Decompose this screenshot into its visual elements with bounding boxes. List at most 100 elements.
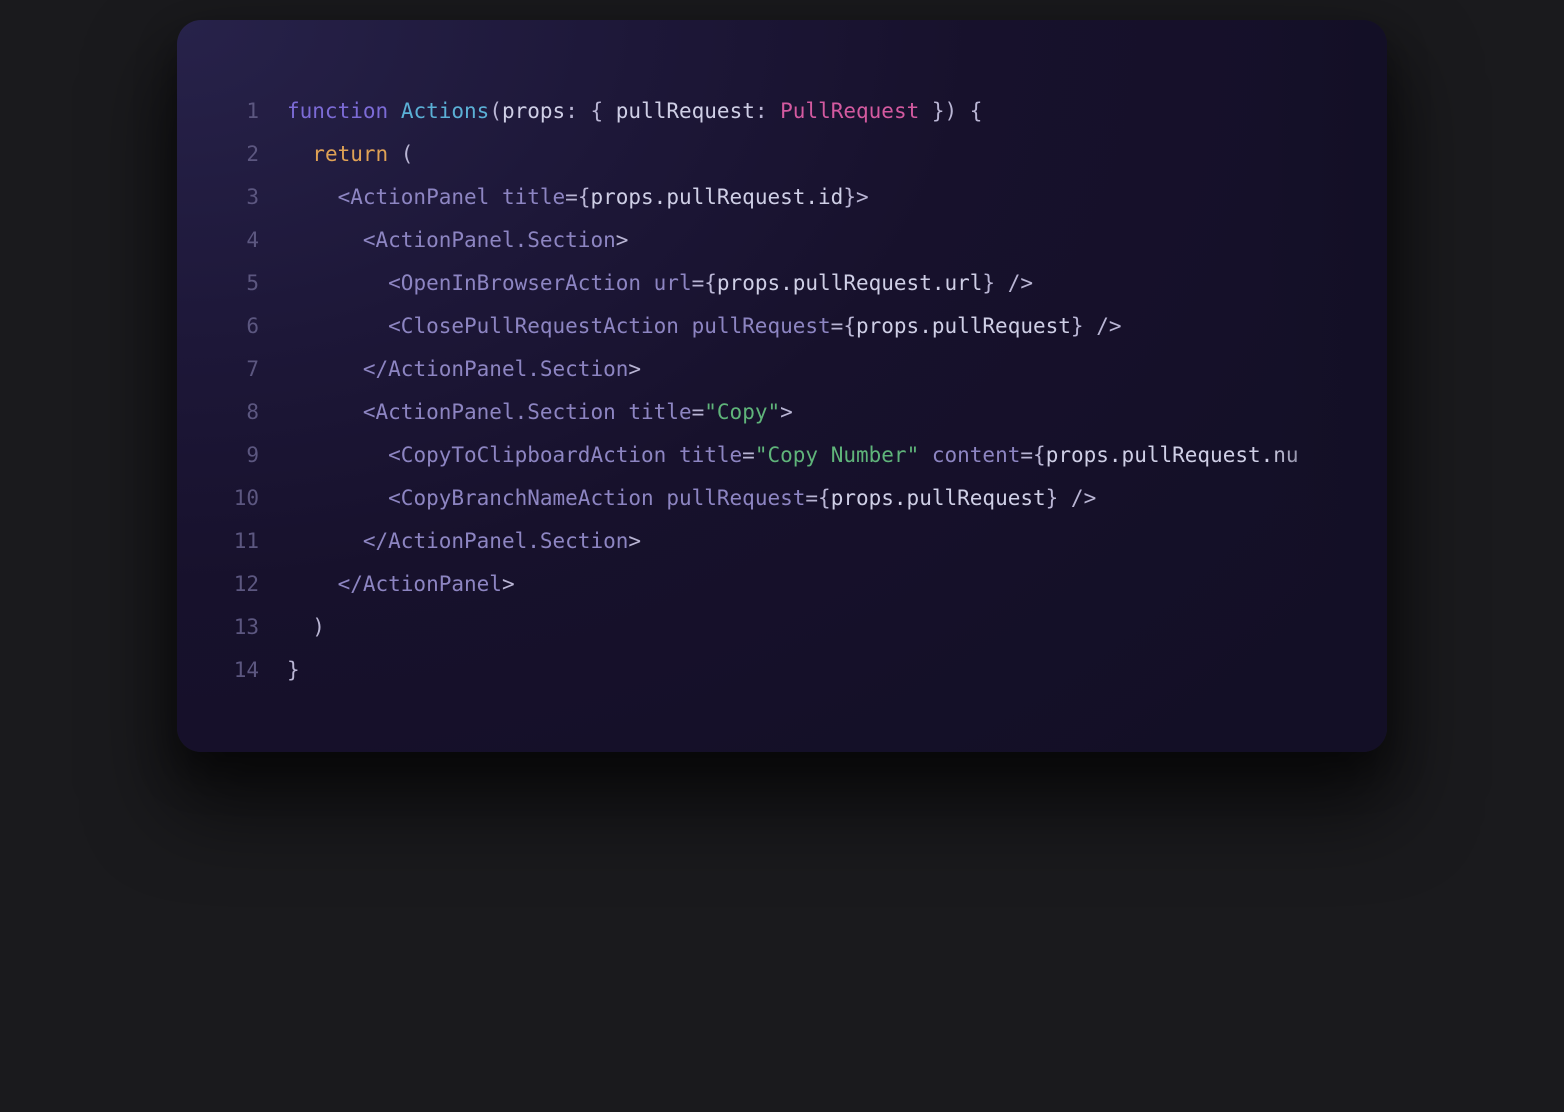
line-number: 3 — [217, 176, 259, 219]
code-token: { — [818, 486, 831, 510]
code-token: = — [1020, 443, 1033, 467]
code-token: pullRequest — [679, 314, 831, 338]
line-number: 14 — [217, 649, 259, 692]
code-token: title — [616, 400, 692, 424]
code-token: PullRequest — [780, 99, 919, 123]
code-token: CopyToClipboardAction — [401, 443, 667, 467]
line-number: 4 — [217, 219, 259, 262]
code-token: </ — [287, 529, 388, 553]
line-number-gutter: 1234567891011121314 — [217, 90, 287, 692]
line-number: 9 — [217, 434, 259, 477]
code-token: pullRequest — [616, 99, 755, 123]
code-token: Actions — [401, 99, 490, 123]
code-token: ActionPanel.Section — [376, 400, 616, 424]
code-token: url — [641, 271, 692, 295]
code-token: Copy Number — [767, 443, 906, 467]
code-token: < — [287, 314, 401, 338]
code-token: pullRequest — [654, 486, 806, 510]
code-token: content — [919, 443, 1020, 467]
code-token: props — [502, 99, 565, 123]
code-token: > — [616, 228, 629, 252]
code-line: </ActionPanel.Section> — [287, 348, 1347, 391]
code-token: = — [565, 185, 578, 209]
code-token: ( — [388, 142, 413, 166]
code-editor-panel: 1234567891011121314 function Actions(pro… — [177, 20, 1387, 752]
code-token: ActionPanel.Section — [388, 357, 628, 381]
code-token: } /> — [1046, 486, 1097, 510]
line-number: 7 — [217, 348, 259, 391]
line-number: 11 — [217, 520, 259, 563]
line-number: 2 — [217, 133, 259, 176]
code-token: < — [287, 185, 350, 209]
line-number: 1 — [217, 90, 259, 133]
code-token: = — [742, 443, 755, 467]
code-token: } /> — [982, 271, 1033, 295]
code-token: { — [578, 185, 591, 209]
code-token: ActionPanel.Section — [388, 529, 628, 553]
code-line: <ClosePullRequestAction pullRequest={pro… — [287, 305, 1347, 348]
code-token: = — [831, 314, 844, 338]
code-token: < — [287, 228, 376, 252]
code-token: { — [704, 271, 717, 295]
code-token: > — [780, 400, 793, 424]
code-lines: function Actions(props: { pullRequest: P… — [287, 90, 1347, 692]
code-token: " — [907, 443, 920, 467]
code-token: < — [287, 400, 376, 424]
code-token: { — [1033, 443, 1046, 467]
code-line: <OpenInBrowserAction url={props.pullRequ… — [287, 262, 1347, 305]
code-line: <ActionPanel title={props.pullRequest.id… — [287, 176, 1347, 219]
code-token: CopyBranchNameAction — [401, 486, 654, 510]
code-token: < — [287, 271, 401, 295]
code-token: return — [312, 142, 388, 166]
code-token: }> — [843, 185, 868, 209]
code-token: ActionPanel.Section — [376, 228, 616, 252]
code-token: = — [805, 486, 818, 510]
code-token: props.pullRequest.url — [717, 271, 983, 295]
code-token — [388, 99, 401, 123]
code-token: </ — [287, 572, 363, 596]
code-line: ) — [287, 606, 1347, 649]
code-token — [287, 142, 312, 166]
line-number: 10 — [217, 477, 259, 520]
line-number: 6 — [217, 305, 259, 348]
code-token: props.pullRequest — [856, 314, 1071, 338]
code-token: > — [628, 529, 641, 553]
code-token: }) { — [919, 99, 982, 123]
code-line: function Actions(props: { pullRequest: P… — [287, 90, 1347, 133]
code-token: Copy — [717, 400, 768, 424]
code-token: : { — [565, 99, 616, 123]
code-token: </ — [287, 357, 388, 381]
code-line: <CopyBranchNameAction pullRequest={props… — [287, 477, 1347, 520]
code-token: props.pullRequest.nu — [1046, 443, 1299, 467]
code-line: </ActionPanel> — [287, 563, 1347, 606]
code-line: <ActionPanel.Section> — [287, 219, 1347, 262]
code-token: props.pullRequest — [831, 486, 1046, 510]
code-token: ActionPanel — [350, 185, 489, 209]
line-number: 12 — [217, 563, 259, 606]
code-token: title — [666, 443, 742, 467]
code-line: } — [287, 649, 1347, 692]
code-token: > — [628, 357, 641, 381]
code-token: = — [692, 271, 705, 295]
code-token: ( — [489, 99, 502, 123]
line-number: 8 — [217, 391, 259, 434]
code-token: < — [287, 486, 401, 510]
line-number: 13 — [217, 606, 259, 649]
line-number: 5 — [217, 262, 259, 305]
code-token: ActionPanel — [363, 572, 502, 596]
code-token: } /> — [1071, 314, 1122, 338]
code-token: : — [755, 99, 780, 123]
code-token: = — [692, 400, 705, 424]
code-token: OpenInBrowserAction — [401, 271, 641, 295]
code-line: <ActionPanel.Section title="Copy"> — [287, 391, 1347, 434]
code-line: </ActionPanel.Section> — [287, 520, 1347, 563]
code-token: { — [843, 314, 856, 338]
code-token: props.pullRequest.id — [590, 185, 843, 209]
code-token: " — [704, 400, 717, 424]
code-token: function — [287, 99, 388, 123]
code-token: > — [502, 572, 515, 596]
code-line: return ( — [287, 133, 1347, 176]
code-token: < — [287, 443, 401, 467]
code-token: } — [287, 658, 300, 682]
code-token: ) — [287, 615, 325, 639]
